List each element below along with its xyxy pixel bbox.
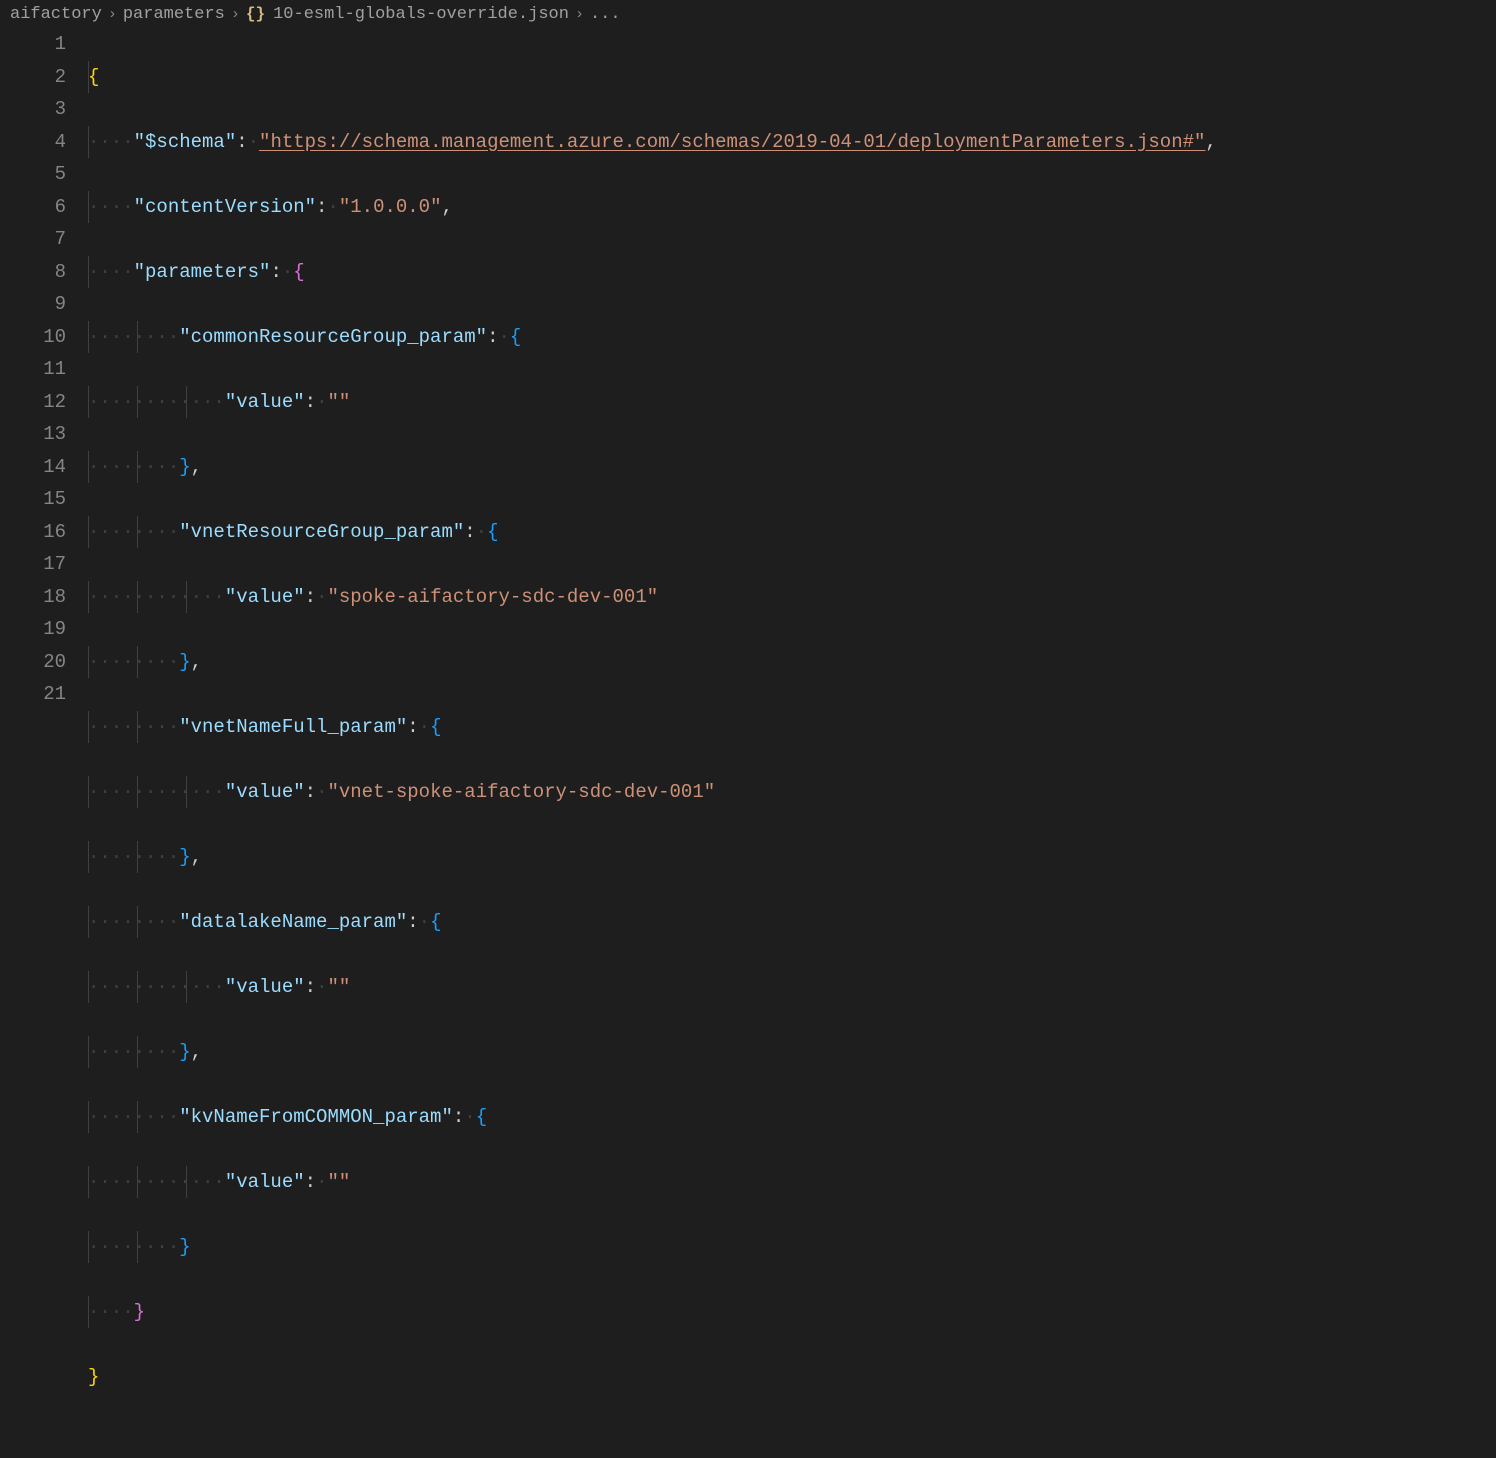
code-line[interactable]: ············"value":·"spoke-aifactory-sd…: [88, 581, 1496, 614]
line-number: 14: [10, 451, 66, 484]
line-number: 12: [10, 386, 66, 419]
line-number: 17: [10, 548, 66, 581]
code-line[interactable]: {: [88, 61, 1496, 94]
line-number: 18: [10, 581, 66, 614]
line-number: 3: [10, 93, 66, 126]
code-line[interactable]: ········"vnetResourceGroup_param":·{: [88, 516, 1496, 549]
line-number: 11: [10, 353, 66, 386]
json-icon: {}: [246, 5, 265, 23]
breadcrumb[interactable]: aifactory › parameters › {} 10-esml-glob…: [0, 0, 1496, 28]
line-number: 6: [10, 191, 66, 224]
code-line[interactable]: ············"value":·"": [88, 1166, 1496, 1199]
chevron-right-icon: ›: [108, 6, 117, 23]
code-line[interactable]: ········},: [88, 1036, 1496, 1069]
breadcrumb-segment[interactable]: parameters: [123, 5, 225, 24]
code-line[interactable]: ········},: [88, 451, 1496, 484]
line-number: 9: [10, 288, 66, 321]
code-line[interactable]: ············"value":·"vnet-spoke-aifacto…: [88, 776, 1496, 809]
code-line[interactable]: ········"commonResourceGroup_param":·{: [88, 321, 1496, 354]
code-line[interactable]: ····"parameters":·{: [88, 256, 1496, 289]
line-number: 15: [10, 483, 66, 516]
line-number: 13: [10, 418, 66, 451]
code-line[interactable]: }: [88, 1361, 1496, 1394]
line-number: 5: [10, 158, 66, 191]
code-line[interactable]: ········},: [88, 841, 1496, 874]
code-line[interactable]: ····}: [88, 1296, 1496, 1329]
line-number: 16: [10, 516, 66, 549]
line-number: 4: [10, 126, 66, 159]
code-line[interactable]: ········"datalakeName_param":·{: [88, 906, 1496, 939]
chevron-right-icon: ›: [231, 6, 240, 23]
line-number: 8: [10, 256, 66, 289]
code-editor[interactable]: 1 2 3 4 5 6 7 8 9 10 11 12 13 14 15 16 1…: [0, 28, 1496, 1458]
code-line[interactable]: ············"value":·"": [88, 386, 1496, 419]
line-number: 10: [10, 321, 66, 354]
line-number: 1: [10, 28, 66, 61]
line-number: 20: [10, 646, 66, 679]
code-line[interactable]: ········}: [88, 1231, 1496, 1264]
breadcrumb-trailing[interactable]: ...: [590, 5, 621, 24]
breadcrumb-filename[interactable]: 10-esml-globals-override.json: [273, 5, 569, 24]
line-number-gutter: 1 2 3 4 5 6 7 8 9 10 11 12 13 14 15 16 1…: [0, 28, 88, 1458]
chevron-right-icon: ›: [575, 6, 584, 23]
code-line[interactable]: ········"vnetNameFull_param":·{: [88, 711, 1496, 744]
code-line[interactable]: ····"contentVersion":·"1.0.0.0",: [88, 191, 1496, 224]
line-number: 19: [10, 613, 66, 646]
schema-url[interactable]: "https://schema.management.azure.com/sch…: [259, 131, 1205, 153]
line-number: 7: [10, 223, 66, 256]
line-number: 2: [10, 61, 66, 94]
breadcrumb-segment[interactable]: aifactory: [10, 5, 102, 24]
code-line[interactable]: ········},: [88, 646, 1496, 679]
code-line[interactable]: ········"kvNameFromCOMMON_param":·{: [88, 1101, 1496, 1134]
code-content[interactable]: { ····"$schema":·"https://schema.managem…: [88, 28, 1496, 1458]
code-line[interactable]: ············"value":·"": [88, 971, 1496, 1004]
line-number: 21: [10, 678, 66, 711]
code-line[interactable]: ····"$schema":·"https://schema.managemen…: [88, 126, 1496, 159]
